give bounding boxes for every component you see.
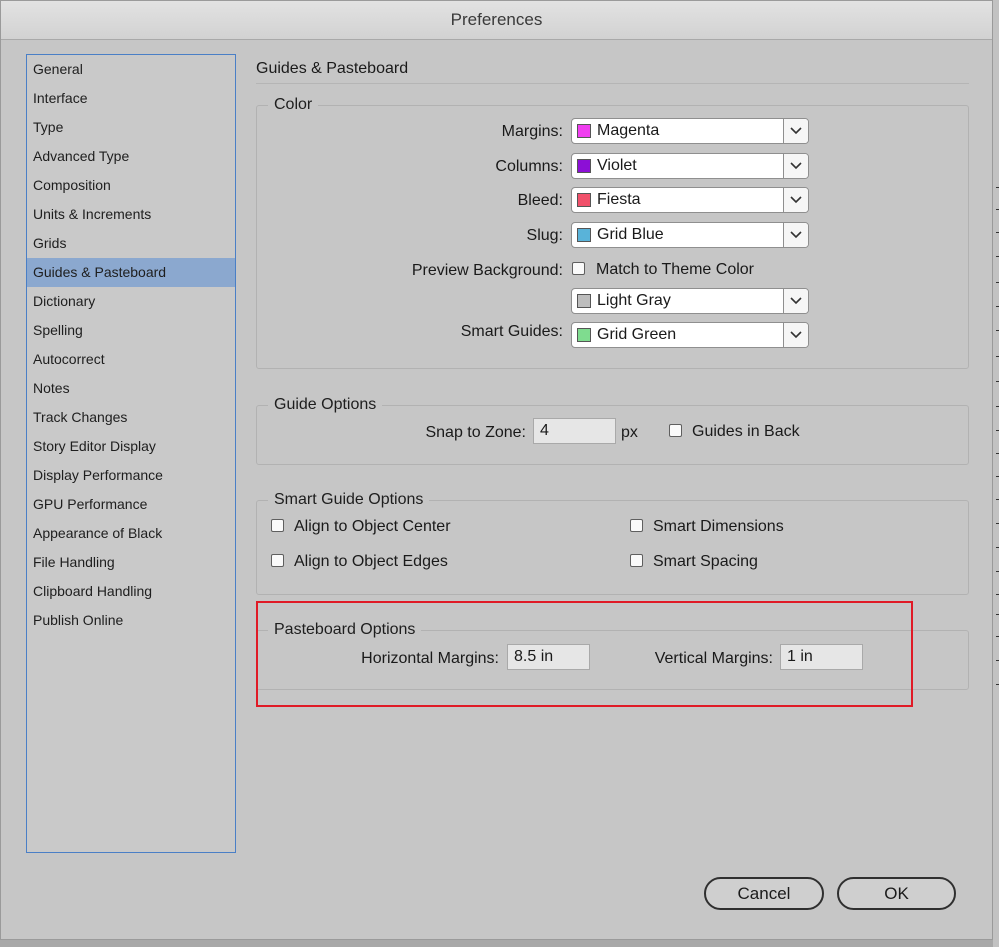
violet-swatch (577, 159, 591, 173)
preview-background-dropdown[interactable]: Light Gray (571, 288, 809, 314)
chevron-down-icon[interactable] (783, 323, 808, 347)
columns-value: Violet (597, 157, 637, 174)
margins-value: Magenta (597, 122, 660, 139)
panel-title: Guides & Pasteboard (256, 60, 409, 77)
guides-in-back-checkbox[interactable] (669, 424, 682, 437)
sidebar-item-units-increments[interactable]: Units & Increments (27, 200, 235, 229)
color-legend: Color (268, 95, 319, 115)
sidebar-item-gpu-performance[interactable]: GPU Performance (27, 490, 235, 519)
snap-to-zone-input[interactable]: 4 (533, 418, 616, 444)
grid-green-swatch (577, 328, 591, 342)
magenta-swatch (577, 124, 591, 138)
sidebar-item-story-editor-display[interactable]: Story Editor Display (27, 432, 235, 461)
guides-in-back-label: Guides in Back (692, 423, 800, 440)
align-object-center-checkbox[interactable] (271, 519, 284, 532)
smart-guide-options-group (256, 500, 969, 595)
match-theme-color-label: Match to Theme Color (596, 261, 754, 278)
smart-guide-options-legend: Smart Guide Options (268, 490, 430, 510)
grid-blue-swatch (577, 228, 591, 242)
bleed-value: Fiesta (597, 191, 641, 208)
slug-value: Grid Blue (597, 226, 664, 243)
sidebar-item-notes[interactable]: Notes (27, 374, 235, 403)
light-gray-swatch (577, 294, 591, 308)
sidebar-item-general[interactable]: General (27, 55, 235, 84)
smart-guides-value: Grid Green (597, 326, 677, 343)
bleed-color-dropdown[interactable]: Fiesta (571, 187, 809, 213)
sidebar-item-composition[interactable]: Composition (27, 171, 235, 200)
match-theme-color-checkbox[interactable] (572, 262, 585, 275)
columns-label: Columns: (495, 158, 563, 175)
preview-background-label: Preview Background: (411, 262, 563, 279)
sidebar-item-publish-online[interactable]: Publish Online (27, 606, 235, 635)
align-object-edges-label: Align to Object Edges (294, 553, 448, 570)
fiesta-swatch (577, 193, 591, 207)
window-title: Preferences (450, 10, 543, 29)
snap-to-zone-label: Snap to Zone: (425, 424, 526, 441)
chevron-down-icon[interactable] (783, 154, 808, 178)
smart-dimensions-checkbox[interactable] (630, 519, 643, 532)
background-window-edge (993, 0, 999, 947)
sidebar-item-display-performance[interactable]: Display Performance (27, 461, 235, 490)
margins-label: Margins: (501, 123, 563, 140)
slug-label: Slug: (526, 227, 563, 244)
sidebar-item-grids[interactable]: Grids (27, 229, 235, 258)
snap-unit-label: px (621, 424, 638, 441)
sidebar-item-autocorrect[interactable]: Autocorrect (27, 345, 235, 374)
preview-background-value: Light Gray (597, 292, 671, 309)
chevron-down-icon[interactable] (783, 289, 808, 313)
smart-dimensions-label: Smart Dimensions (653, 518, 784, 535)
title-divider (256, 83, 969, 84)
sidebar-item-guides-pasteboard[interactable]: Guides & Pasteboard (27, 258, 235, 287)
margins-color-dropdown[interactable]: Magenta (571, 118, 809, 144)
smart-spacing-label: Smart Spacing (653, 553, 758, 570)
cancel-button[interactable]: Cancel (704, 877, 824, 910)
align-object-edges-checkbox[interactable] (271, 554, 284, 567)
slug-color-dropdown[interactable]: Grid Blue (571, 222, 809, 248)
smart-guides-color-dropdown[interactable]: Grid Green (571, 322, 809, 348)
sidebar-item-type[interactable]: Type (27, 113, 235, 142)
preferences-dialog: Preferences General Interface Type Advan… (0, 0, 993, 940)
ok-button[interactable]: OK (837, 877, 956, 910)
sidebar-item-spelling[interactable]: Spelling (27, 316, 235, 345)
annotation-highlight-box (256, 601, 913, 707)
title-bar[interactable]: Preferences (1, 1, 992, 40)
smart-guides-label: Smart Guides: (460, 323, 563, 340)
sidebar-item-track-changes[interactable]: Track Changes (27, 403, 235, 432)
bleed-label: Bleed: (517, 192, 563, 209)
sidebar-item-clipboard-handling[interactable]: Clipboard Handling (27, 577, 235, 606)
smart-spacing-checkbox[interactable] (630, 554, 643, 567)
sidebar-item-interface[interactable]: Interface (27, 84, 235, 113)
columns-color-dropdown[interactable]: Violet (571, 153, 809, 179)
preferences-sidebar[interactable]: General Interface Type Advanced Type Com… (26, 54, 236, 853)
sidebar-item-dictionary[interactable]: Dictionary (27, 287, 235, 316)
chevron-down-icon[interactable] (783, 188, 808, 212)
guide-options-legend: Guide Options (268, 395, 383, 415)
sidebar-item-file-handling[interactable]: File Handling (27, 548, 235, 577)
sidebar-item-appearance-of-black[interactable]: Appearance of Black (27, 519, 235, 548)
chevron-down-icon[interactable] (783, 223, 808, 247)
chevron-down-icon[interactable] (783, 119, 808, 143)
align-object-center-label: Align to Object Center (294, 518, 451, 535)
sidebar-item-advanced-type[interactable]: Advanced Type (27, 142, 235, 171)
